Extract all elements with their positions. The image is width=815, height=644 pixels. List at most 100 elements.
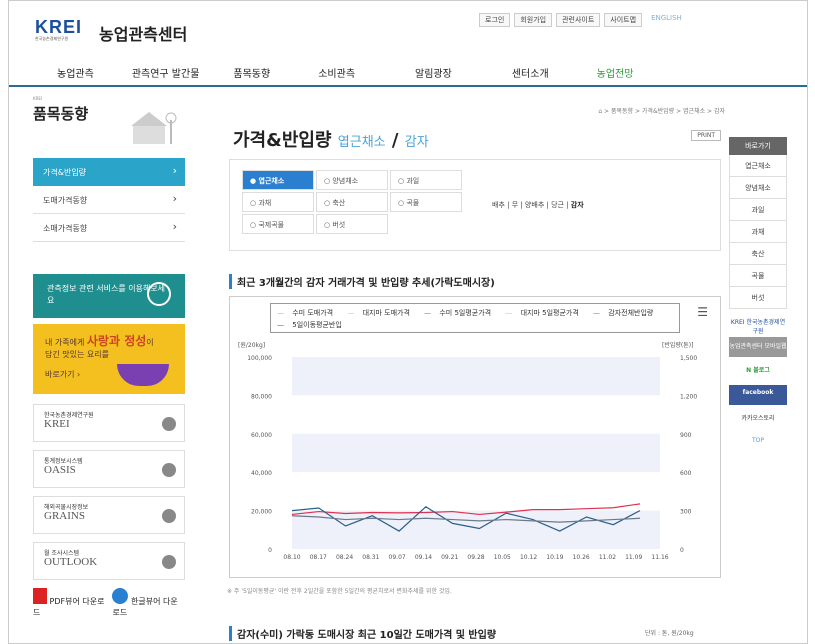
legend-item[interactable]: — 대지마 5일평균가격 <box>505 309 584 317</box>
sub-category-active: 감자 <box>570 201 584 209</box>
go-icon <box>162 555 176 569</box>
sub-category-list: 배추 | 무 | 양배추 | 당근 | <box>492 201 569 209</box>
chip-label: 과일 <box>406 177 420 185</box>
hwp-download[interactable]: 한글뷰어 다운로드 <box>112 588 185 618</box>
site-logo[interactable]: KREI 한국농촌경제연구원 농업관측센터 <box>35 17 187 44</box>
chart-menu-icon[interactable]: ☰ <box>697 305 708 319</box>
recipe-banner-highlight: 사랑과 정성 <box>86 334 147 348</box>
x-tick: 10.26 <box>573 554 590 561</box>
y-tick-left: 20,000 <box>251 509 272 516</box>
top-button[interactable]: TOP <box>729 433 787 453</box>
quick-item[interactable]: 버섯 <box>729 287 787 309</box>
nav-item-forecast[interactable]: 농업관측 <box>57 59 94 85</box>
nav-item-consumption[interactable]: 소비관측 <box>318 59 355 85</box>
sidebar-item-price-volume[interactable]: 가격&반입량 <box>33 158 185 186</box>
nav-item-outlook[interactable]: 농업전망 <box>597 59 634 85</box>
plot-band <box>292 472 660 511</box>
quick-blog-link[interactable]: N 블로그 <box>729 361 787 381</box>
recipe-banner-text2: 담긴 맛있는 요리를 <box>45 350 109 359</box>
x-tick: 10.12 <box>520 554 537 561</box>
quick-item[interactable]: 엽근채소 <box>729 155 787 177</box>
chip-fruit[interactable]: ○ 과일 <box>390 170 462 190</box>
top-links: 로그인 회원가입 관련사이트 사이트맵 ENGLISH <box>479 13 687 27</box>
chip-label: 버섯 <box>332 221 346 229</box>
link-krei-big: KREI <box>44 418 70 430</box>
quick-kakao-link[interactable]: 카카오스토리 <box>729 409 787 429</box>
login-link[interactable]: 로그인 <box>479 13 511 27</box>
pdf-download[interactable]: PDF뷰어 다운로드 <box>33 588 104 618</box>
page-frame: KREI 한국농촌경제연구원 농업관측센터 로그인 회원가입 관련사이트 사이트… <box>8 0 808 644</box>
recipe-banner[interactable]: 내 가족에게 사랑과 정성이 담긴 맛있는 요리를 바로가기 › <box>33 324 185 394</box>
chip-mushroom[interactable]: ○ 버섯 <box>316 214 388 234</box>
recipe-banner-text: 내 가족에게 <box>45 338 85 347</box>
y-axis-right-label: [반입량(톤)] <box>662 341 693 349</box>
quick-item[interactable]: 과일 <box>729 199 787 221</box>
quick-item[interactable]: 축산 <box>729 243 787 265</box>
quick-facebook-link[interactable]: facebook <box>729 385 787 405</box>
sub-category-links[interactable]: 배추 | 무 | 양배추 | 당근 | 감자 <box>492 200 584 210</box>
quick-krei-link[interactable]: KREI 한국농촌경제연구원 <box>729 313 787 335</box>
chart-plot: [원/20kg] [반입량(톤)] 100,000 80,000 60,000 40,00… <box>238 341 697 561</box>
farm-illustration-icon <box>131 112 177 144</box>
quick-item[interactable]: 과채 <box>729 221 787 243</box>
go-icon <box>162 463 176 477</box>
chip-label: 축산 <box>332 199 346 207</box>
quick-item[interactable]: 양념채소 <box>729 177 787 199</box>
quick-header: 바로가기 <box>729 137 787 155</box>
quick-menu: 바로가기 엽근채소 양념채소 과일 과채 축산 곡물 버섯 KREI 한국농촌경… <box>729 137 787 453</box>
y-axis-left-label: [원/20kg] <box>238 341 265 349</box>
english-link[interactable]: ENGLISH <box>646 13 687 27</box>
page-title-main: 가격&반입량 <box>233 130 332 151</box>
link-outlook[interactable]: 월 조사시스템 OUTLOOK <box>33 542 185 580</box>
legend-label: 대지마 5일평균가격 <box>520 309 579 317</box>
pot-icon <box>117 364 169 386</box>
legend-item[interactable]: — 수미 도매가격 <box>277 309 339 317</box>
x-tick: 09.07 <box>389 554 406 561</box>
quick-item[interactable]: 곡물 <box>729 265 787 287</box>
nav-item-publications[interactable]: 관측연구 발간물 <box>132 59 200 85</box>
related-sites-link[interactable]: 관련사이트 <box>556 13 601 27</box>
x-tick: 08.24 <box>336 554 353 561</box>
nav-item-notice[interactable]: 알림광장 <box>415 59 452 85</box>
breadcrumb: ⌂ > 품목동향 > 가격&반입량 > 엽근채소 > 감자 <box>598 108 725 115</box>
chip-grain[interactable]: ○ 곡물 <box>390 192 462 212</box>
site-header: KREI 한국농촌경제연구원 농업관측센터 로그인 회원가입 관련사이트 사이트… <box>9 1 807 87</box>
service-banner[interactable]: 관측정보 관련 서비스를 이용해보세요 <box>33 274 185 318</box>
sitemap-link[interactable]: 사이트맵 <box>604 13 643 27</box>
recipe-banner-link: 바로가기 <box>45 370 75 379</box>
x-tick: 10.05 <box>494 554 511 561</box>
x-tick: 11.09 <box>625 554 642 561</box>
link-oasis[interactable]: 통계정보시스템 OASIS <box>33 450 185 488</box>
y-tick-right: 1,200 <box>680 393 697 400</box>
legend-item[interactable]: — 5일이동평균반입 <box>277 321 348 329</box>
legend-label: 대지마 도매가격 <box>362 309 410 317</box>
go-icon <box>162 417 176 431</box>
nav-item-center[interactable]: 센터소개 <box>512 59 549 85</box>
quick-mobile-link[interactable]: 농업관측센터 모바일웹 <box>729 337 787 357</box>
y-tick-left: 60,000 <box>251 432 272 439</box>
y-tick-left: 0 <box>268 547 272 554</box>
chip-seasoning[interactable]: ○ 양념채소 <box>316 170 388 190</box>
plot-band <box>292 395 660 434</box>
chip-intl-grain[interactable]: ○ 국제곡물 <box>242 214 314 234</box>
link-krei[interactable]: 한국농촌경제연구원 KREI <box>33 404 185 442</box>
sidebar-item-retail[interactable]: 소매가격동향 <box>33 214 185 242</box>
print-button[interactable]: PRINT <box>691 130 721 141</box>
x-tick: 09.14 <box>415 554 432 561</box>
chip-livestock[interactable]: ○ 축산 <box>316 192 388 212</box>
y-tick-left: 40,000 <box>251 470 272 477</box>
unit-label: 단위 : 톤, 원/20kg <box>645 630 694 637</box>
legend-item[interactable]: — 대지마 도매가격 <box>347 309 416 317</box>
legend-item[interactable]: — 수미 5일평균가격 <box>424 309 497 317</box>
link-grains[interactable]: 해외곡물시장정보 GRAINS <box>33 496 185 534</box>
globe-icon <box>147 282 171 306</box>
legend-item[interactable]: — 감자전체반입량 <box>593 309 659 317</box>
chip-leaf-root[interactable]: ● 엽근채소 <box>242 170 314 190</box>
sidebar-item-wholesale[interactable]: 도매가격동향 <box>33 186 185 214</box>
signup-link[interactable]: 회원가입 <box>514 13 553 27</box>
sidebar-tag: KREI <box>33 96 43 101</box>
x-tick: 08.10 <box>283 554 300 561</box>
nav-item-item-trends[interactable]: 품목동향 <box>233 59 270 85</box>
hwp-icon <box>112 588 129 604</box>
chip-fruit-veg[interactable]: ○ 과채 <box>242 192 314 212</box>
